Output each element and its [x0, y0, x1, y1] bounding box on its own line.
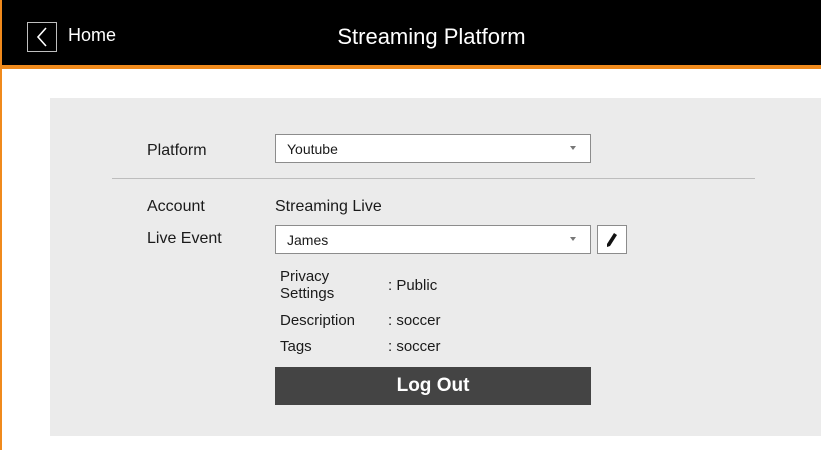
description-value: : soccer — [388, 312, 441, 329]
pencil-icon — [607, 232, 617, 247]
live-event-label: Live Event — [147, 230, 222, 247]
section-divider — [112, 178, 755, 179]
platform-label: Platform — [147, 142, 207, 159]
account-label: Account — [147, 198, 205, 215]
live-event-select[interactable]: James — [275, 225, 591, 254]
tags-value: : soccer — [388, 338, 441, 355]
platform-select-value: Youtube — [287, 141, 338, 157]
settings-panel: Platform Youtube Account Streaming Live … — [50, 98, 821, 436]
tags-label: Tags — [280, 338, 312, 355]
live-event-select-value: James — [287, 232, 329, 248]
description-label: Description — [280, 312, 356, 329]
privacy-settings-value: : Public — [388, 277, 438, 294]
platform-select[interactable]: Youtube — [275, 134, 591, 163]
header-bar: Home Streaming Platform — [2, 0, 821, 69]
log-out-button[interactable]: Log Out — [275, 367, 591, 405]
edit-live-event-button[interactable] — [597, 225, 627, 254]
chevron-down-icon — [570, 146, 576, 150]
privacy-settings-label: Privacy Settings — [280, 268, 335, 302]
chevron-down-icon — [570, 237, 576, 241]
page-title: Streaming Platform — [337, 24, 526, 49]
account-value: Streaming Live — [275, 198, 382, 215]
